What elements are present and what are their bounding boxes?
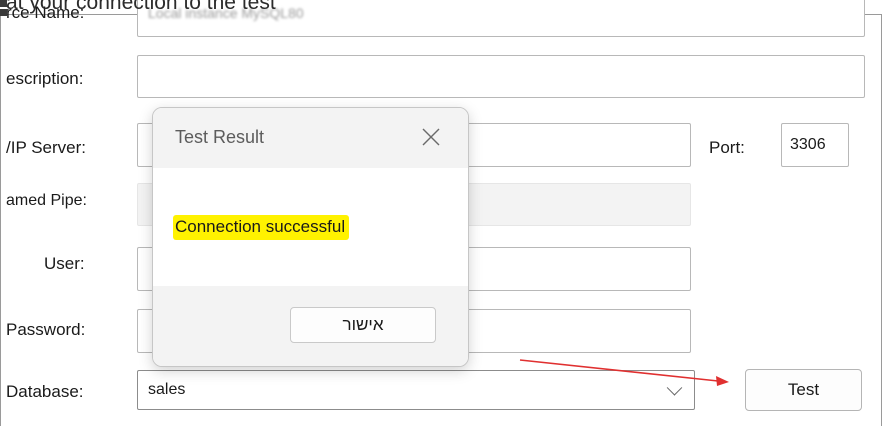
decorative-dots-icon [0,0,7,16]
dialog-body: Connection successful [153,168,468,286]
database-label: Database: [6,382,84,401]
port-value: 3306 [790,136,826,153]
description-input[interactable] [137,55,865,98]
port-input[interactable]: 3306 [781,123,849,167]
ok-button[interactable]: אישור [290,307,436,343]
description-label: escription: [6,69,84,88]
password-label: Password: [6,320,86,339]
test-result-dialog: Test Result Connection successful אישור [152,107,469,367]
caption-text: at your connection to the test [6,0,276,14]
chevron-down-icon[interactable] [666,380,683,396]
dialog-footer: אישור [153,286,468,366]
user-label: User: [44,254,85,273]
named-pipe-label: amed Pipe: [6,192,87,209]
dialog-header: Test Result [153,108,468,168]
database-select[interactable]: sales [137,370,695,410]
dialog-title: Test Result [175,127,265,147]
test-button[interactable]: Test [745,369,862,411]
tcpip-server-label: /IP Server: [6,138,86,157]
connection-status-message: Connection successful [173,215,350,240]
database-value: sales [148,381,186,398]
screenshot-stage: rce Name: Local instance MySQL80 escript… [0,0,890,426]
close-icon[interactable] [416,122,446,152]
port-label: Port: [709,138,745,157]
